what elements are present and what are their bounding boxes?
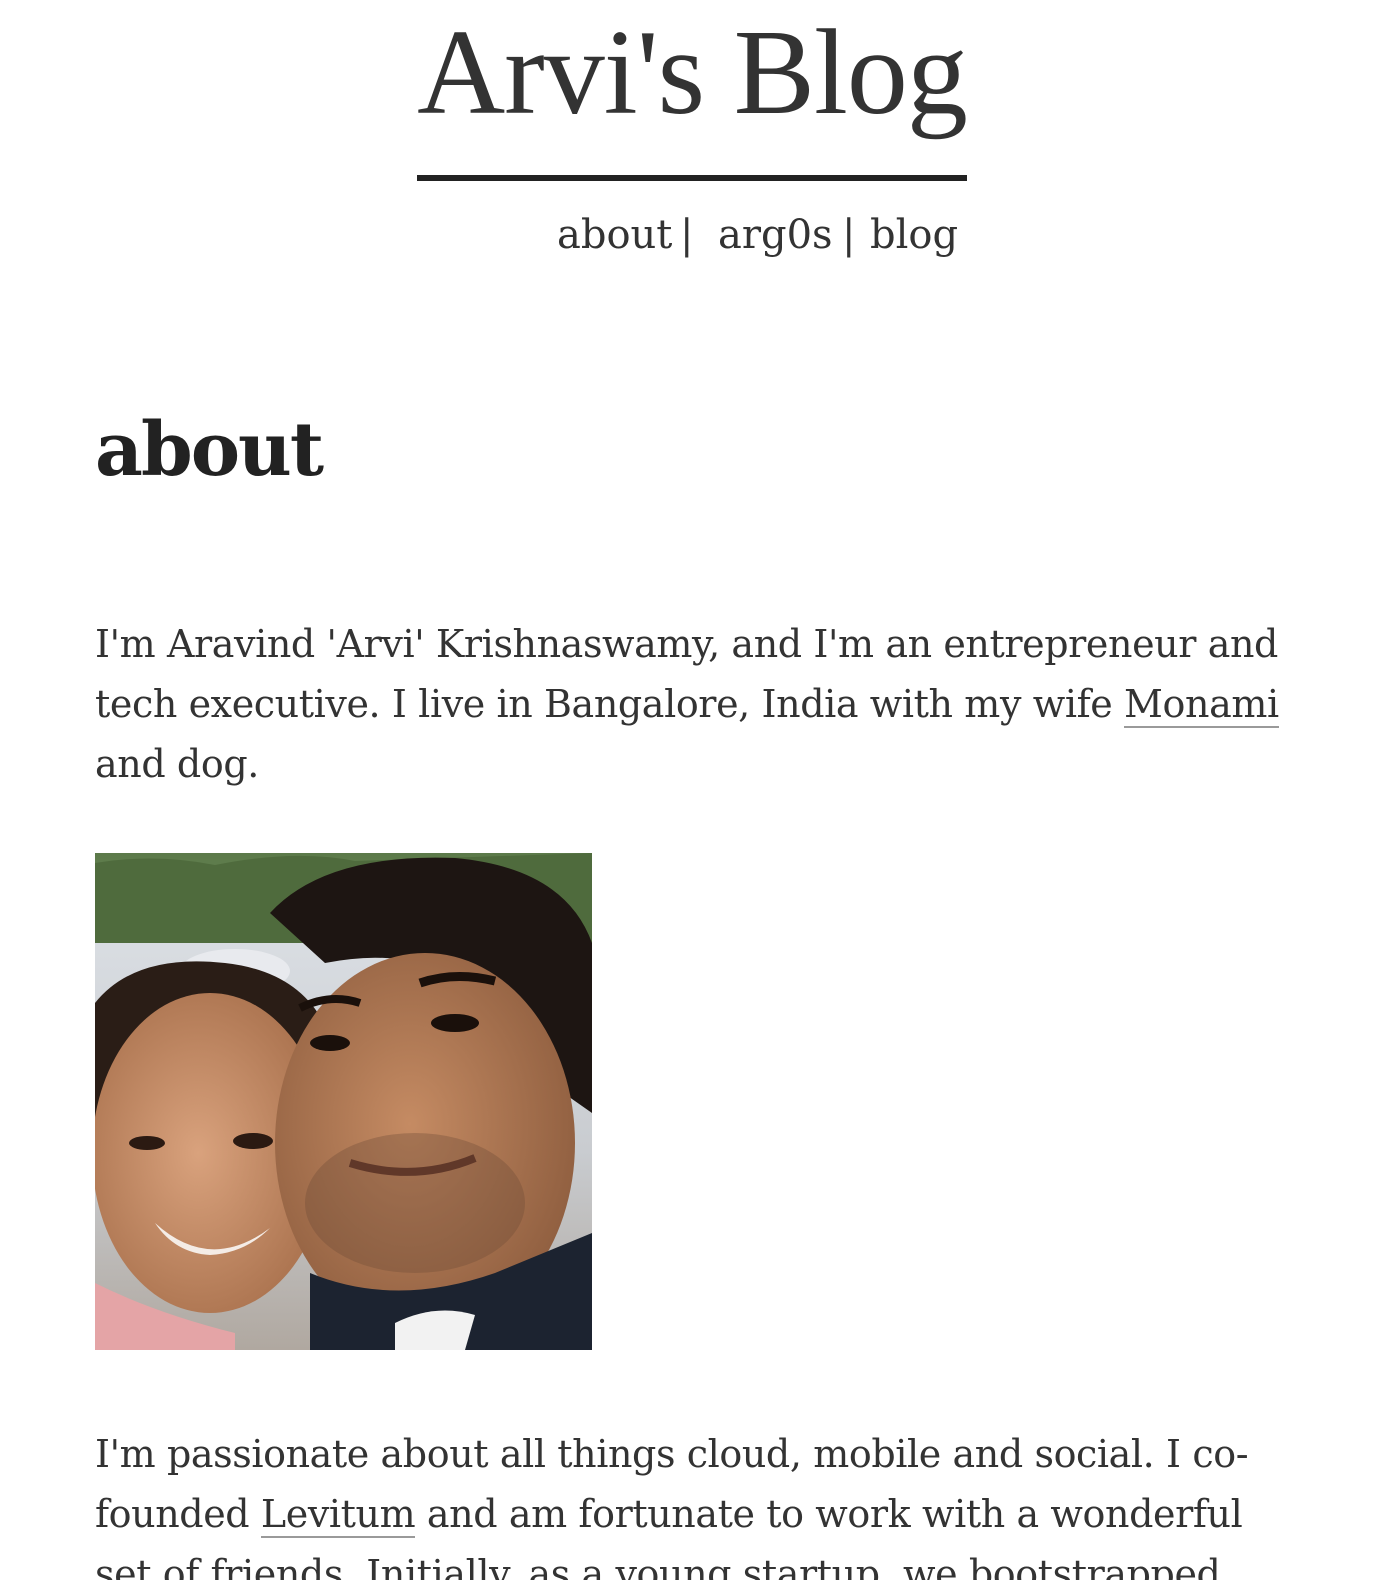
bio-line-1: I'm passionate about all things cloud, m… (95, 1432, 1249, 1476)
nav-separator: | (842, 212, 856, 258)
nav-item-arg0s[interactable]: arg0s (718, 205, 833, 265)
bio-paragraph: I'm passionate about all things cloud, m… (95, 1424, 1295, 1580)
bio-line-2-post: and am fortunate to work with a wonderfu… (415, 1492, 1243, 1536)
main-nav: about | arg0s | blog (540, 205, 970, 265)
page-title: about (95, 407, 324, 493)
nav-separator: | (680, 212, 694, 258)
levitum-link[interactable]: Levitum (260, 1492, 416, 1538)
intro-paragraph: I'm Aravind 'Arvi' Krishnaswamy, and I'm… (95, 614, 1295, 794)
page: Arvi's Blog about | arg0s | blog about I… (0, 0, 1378, 1580)
intro-line-3: and dog. (95, 742, 259, 786)
intro-line-2: tech executive. I live in Bangalore, Ind… (95, 674, 1295, 734)
bio-line-2: founded Levitum and am fortunate to work… (95, 1484, 1295, 1544)
nav-item-about[interactable]: about (557, 205, 672, 265)
intro-line-2-text: tech executive. I live in Bangalore, Ind… (95, 682, 1125, 726)
monami-link[interactable]: Monami (1124, 682, 1279, 728)
title-divider (417, 175, 967, 181)
site-title-link[interactable]: Arvi's Blog (417, 8, 968, 138)
intro-line-1: I'm Aravind 'Arvi' Krishnaswamy, and I'm… (95, 622, 1278, 666)
profile-photo-image (95, 853, 592, 1350)
nav-item-blog[interactable]: blog (870, 205, 958, 265)
bio-line-3: set of friends. Initially, as a young st… (95, 1552, 1221, 1580)
bio-line-2-pre: founded (95, 1492, 261, 1536)
profile-photo (95, 853, 592, 1350)
